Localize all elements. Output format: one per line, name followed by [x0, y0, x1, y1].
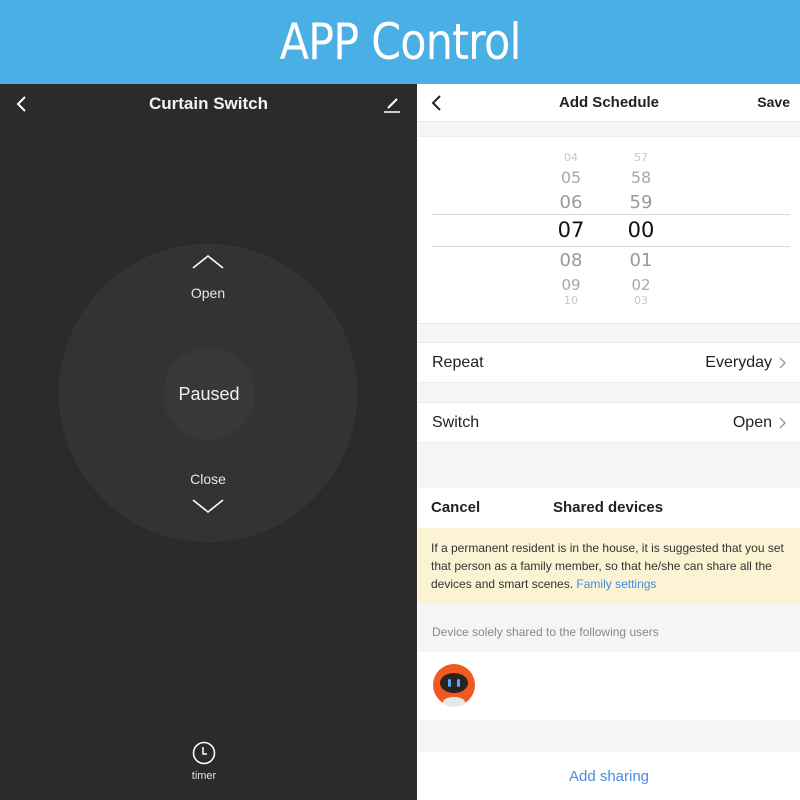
hour-option[interactable]: 04 — [546, 151, 596, 164]
robot-avatar-icon[interactable] — [431, 663, 477, 709]
add-sharing-label: Add sharing — [568, 767, 650, 785]
repeat-value: Everyday — [705, 353, 772, 371]
chevron-up-icon — [192, 254, 224, 269]
close-button[interactable]: Close — [60, 471, 356, 515]
minute-option[interactable]: 03 — [616, 294, 666, 307]
picker-divider — [432, 214, 790, 215]
hour-option[interactable]: 08 — [546, 250, 596, 271]
back-chevron-icon[interactable] — [14, 94, 30, 114]
status-label: Paused — [178, 383, 240, 404]
save-button[interactable]: Save — [757, 94, 790, 110]
switch-value: Open — [732, 413, 772, 431]
shared-devices-title: Shared devices — [553, 499, 664, 516]
minute-option[interactable]: 01 — [616, 250, 666, 271]
hour-option[interactable]: 07 — [546, 218, 596, 242]
curtain-dial: Open Paused Close — [59, 244, 357, 542]
pause-button[interactable]: Paused — [163, 348, 255, 440]
close-label: Close — [190, 471, 226, 487]
chevron-down-icon — [192, 499, 224, 514]
shared-users-label: Device solely shared to the following us… — [432, 625, 659, 639]
back-chevron-icon[interactable] — [430, 93, 444, 113]
open-button[interactable]: Open — [60, 253, 356, 301]
repeat-row[interactable]: Repeat Everyday — [418, 342, 800, 383]
pencil-icon[interactable] — [383, 94, 401, 114]
chevron-right-icon — [779, 357, 786, 368]
timer-button[interactable]: timer — [183, 740, 225, 782]
minute-option[interactable]: 00 — [616, 218, 666, 242]
chevron-right-icon — [779, 417, 786, 428]
add-sharing-button[interactable]: Add sharing — [418, 752, 800, 800]
minute-option[interactable]: 58 — [616, 168, 666, 187]
family-settings-link[interactable]: Family settings — [576, 577, 656, 591]
time-picker: 04 05 06 07 08 09 10 57 58 59 00 01 02 03 — [418, 136, 800, 324]
switch-row[interactable]: Switch Open — [418, 402, 800, 443]
repeat-label: Repeat — [432, 353, 484, 371]
schedule-title: Add Schedule — [558, 94, 659, 111]
clock-icon — [192, 741, 216, 765]
timer-label: timer — [191, 770, 217, 782]
curtain-header: Curtain Switch — [0, 84, 417, 124]
hour-option[interactable]: 06 — [546, 192, 596, 213]
open-label: Open — [190, 285, 226, 301]
shared-devices-header: Cancel Shared devices — [418, 488, 800, 528]
schedule-header: Add Schedule Save — [418, 84, 800, 122]
switch-label: Switch — [432, 413, 480, 431]
minute-option[interactable]: 02 — [616, 276, 666, 294]
hour-option[interactable]: 10 — [546, 294, 596, 307]
hour-option[interactable]: 09 — [546, 276, 596, 294]
add-schedule-panel: Add Schedule Save 04 05 06 07 08 09 10 57 58 59 0… — [418, 84, 800, 800]
minute-option[interactable]: 57 — [616, 151, 666, 164]
family-notice: If a permanent resident is in the house,… — [418, 528, 800, 604]
minute-option[interactable]: 59 — [616, 192, 666, 213]
picker-divider — [432, 246, 790, 247]
hour-option[interactable]: 05 — [546, 168, 596, 187]
curtain-switch-panel: Curtain Switch Open Paused Close timer — [0, 84, 417, 800]
banner-title: APP Control — [279, 13, 522, 71]
cancel-button[interactable]: Cancel — [431, 499, 480, 516]
banner: APP Control — [0, 0, 800, 84]
shared-users-list — [418, 652, 800, 720]
curtain-title: Curtain Switch — [148, 94, 268, 113]
